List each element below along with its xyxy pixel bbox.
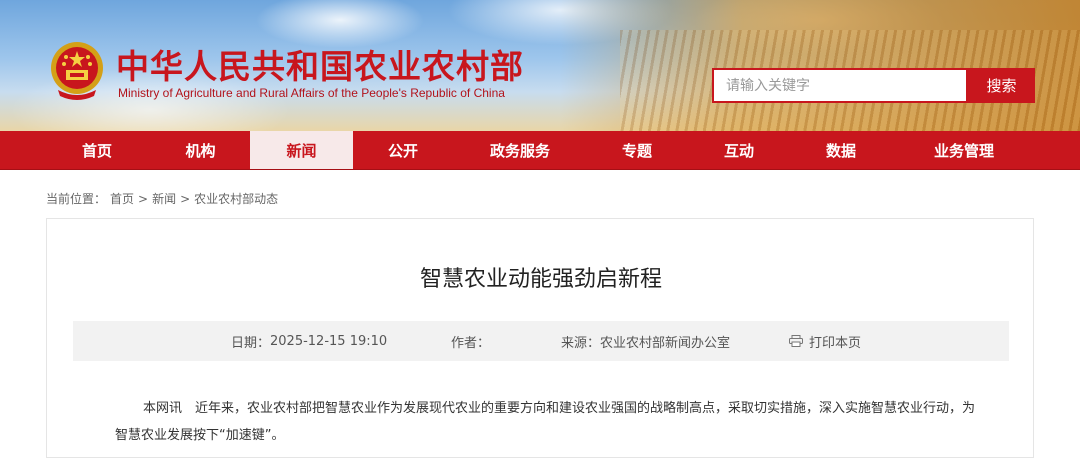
article-body-paragraph: 本网讯 近年来，农业农村部把智慧农业作为发展现代农业的重要方向和建设农业强国的战…	[115, 401, 976, 443]
breadcrumb-item-home[interactable]: 首页	[110, 192, 134, 206]
search-box	[712, 68, 968, 103]
article-date: 日期： 2025-12-15 19:10	[231, 321, 387, 361]
breadcrumb-item-news[interactable]: 新闻	[152, 192, 176, 206]
print-label: 打印本页	[809, 335, 862, 351]
nav-item-business-management[interactable]: 业务管理	[904, 131, 1024, 169]
main-nav: 首页 机构 新闻 公开 政务服务 专题 互动 数据 业务管理	[0, 131, 1080, 170]
site-title[interactable]: 中华人民共和国农业农村部	[116, 40, 524, 88]
nav-item-public[interactable]: 公开	[353, 131, 453, 169]
article-title: 智慧农业动能强劲启新程	[419, 267, 662, 292]
source-label: 来源：	[561, 335, 601, 351]
site-header: 中华人民共和国农业农村部 Ministry of Agriculture and…	[0, 0, 1080, 131]
breadcrumb-prefix: 当前位置：	[46, 192, 107, 206]
search-input[interactable]	[714, 70, 966, 101]
article-author: 作者：	[451, 321, 490, 361]
printer-icon	[789, 335, 803, 347]
date-label: 日期：	[231, 335, 271, 351]
article-card: 智慧农业动能强劲启新程 日期： 2025-12-15 19:10 作者： 来源：…	[46, 218, 1034, 458]
breadcrumb: 当前位置： 首页 > 新闻 > 农业农村部动态	[46, 190, 282, 207]
nav-item-news[interactable]: 新闻	[250, 131, 353, 169]
nav-item-topics[interactable]: 专题	[585, 131, 689, 169]
national-emblem-icon[interactable]	[48, 38, 106, 102]
author-label: 作者：	[451, 335, 491, 351]
article-meta-bar: 日期： 2025-12-15 19:10 作者： 来源： 农业农村部新闻办公室 …	[73, 321, 1009, 361]
nav-item-government-services[interactable]: 政务服务	[465, 131, 575, 169]
article-source: 来源： 农业农村部新闻办公室	[561, 321, 730, 361]
print-button[interactable]: 打印本页	[789, 321, 861, 361]
nav-item-interaction[interactable]: 互动	[689, 131, 789, 169]
breadcrumb-separator: >	[138, 192, 149, 206]
search-button[interactable]: 搜索	[968, 68, 1035, 103]
breadcrumb-item-ministry-news[interactable]: 农业农村部动态	[194, 192, 278, 206]
source-value: 农业农村部新闻办公室	[600, 335, 731, 351]
nav-item-organization[interactable]: 机构	[152, 131, 249, 169]
nav-item-home[interactable]: 首页	[42, 131, 152, 169]
breadcrumb-separator: >	[180, 192, 191, 206]
nav-item-data[interactable]: 数据	[791, 131, 891, 169]
date-value: 2025-12-15 19:10	[270, 333, 388, 349]
site-title-english[interactable]: Ministry of Agriculture and Rural Affair…	[118, 86, 505, 100]
